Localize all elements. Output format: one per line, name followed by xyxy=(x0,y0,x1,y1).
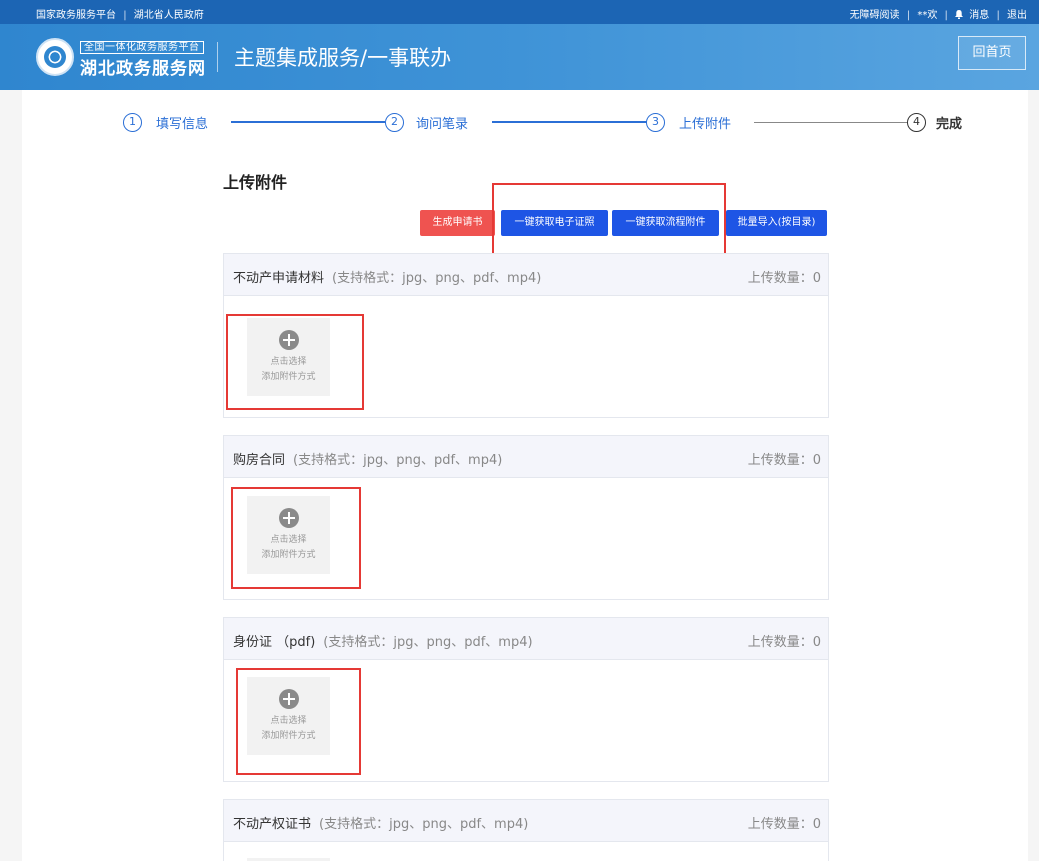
upload-count: 上传数量：0 xyxy=(747,635,821,650)
step-label: 上传附件 xyxy=(679,117,732,132)
step-label: 询问笔录 xyxy=(416,117,469,132)
step-1: 1 填写信息 xyxy=(123,112,208,132)
step-connector xyxy=(754,122,908,123)
step-4: 4 完成 xyxy=(907,112,962,132)
panel-formats: (支持格式：jpg、png、pdf、mp4) xyxy=(323,635,533,650)
top-bar-left: 国家政务服务平台 | 湖北省人民政府 xyxy=(36,6,204,21)
panel-name-wrap: 购房合同 (支持格式：jpg、png、pdf、mp4) xyxy=(233,449,502,468)
step-label: 完成 xyxy=(936,117,963,132)
step-connector xyxy=(231,121,385,123)
panel-formats: (支持格式：jpg、png、pdf、mp4) xyxy=(293,453,503,468)
site-header: 全国一体化政务服务平台 湖北政务服务网 主题集成服务/一事联办 回首页 xyxy=(0,24,1039,90)
panel-name: 不动产申请材料 xyxy=(233,271,325,286)
highlight-box xyxy=(492,183,726,256)
panel-header: 购房合同 (支持格式：jpg、png、pdf、mp4) 上传数量：0 xyxy=(224,436,828,478)
accessibility-link[interactable]: 无障碍阅读 xyxy=(850,10,900,21)
panel-formats: (支持格式：jpg、png、pdf、mp4) xyxy=(332,271,542,286)
logo-title[interactable]: 湖北政务服务网 xyxy=(80,54,206,79)
panel-formats: (支持格式：jpg、png、pdf、mp4) xyxy=(319,817,529,832)
step-number: 3 xyxy=(646,113,665,132)
home-button[interactable]: 回首页 xyxy=(958,36,1026,70)
upload-count: 上传数量：0 xyxy=(747,271,821,286)
step-connector xyxy=(492,121,647,123)
panel-name-wrap: 身份证 （pdf) (支持格式：jpg、png、pdf、mp4) xyxy=(233,631,533,650)
step-number: 2 xyxy=(385,113,404,132)
highlight-box xyxy=(231,487,361,589)
panel-name: 身份证 （pdf) xyxy=(233,635,316,650)
highlight-box xyxy=(226,314,364,410)
header-divider xyxy=(217,42,218,72)
link-hubei-government[interactable]: 湖北省人民政府 xyxy=(134,10,204,21)
logo-subtitle: 全国一体化政务服务平台 xyxy=(80,41,204,54)
generate-application-button[interactable]: 生成申请书 xyxy=(420,210,495,236)
panel-name-wrap: 不动产权证书 (支持格式：jpg、png、pdf、mp4) xyxy=(233,813,528,832)
step-2: 2 询问笔录 xyxy=(385,112,468,132)
panel-name: 不动产权证书 xyxy=(233,817,312,832)
step-label: 填写信息 xyxy=(156,117,209,132)
link-national-platform[interactable]: 国家政务服务平台 xyxy=(36,10,116,21)
panel-name-wrap: 不动产申请材料 (支持格式：jpg、png、pdf、mp4) xyxy=(233,267,541,286)
separator: | xyxy=(906,10,911,21)
separator: | xyxy=(944,10,948,21)
top-bar-right: 无障碍阅读 | **欢 | 消息 | 退出 xyxy=(850,6,1027,21)
panel-header: 不动产权证书 (支持格式：jpg、png、pdf、mp4) 上传数量：0 xyxy=(224,800,828,842)
section-title: 上传附件 xyxy=(223,173,288,192)
panel-header: 不动产申请材料 (支持格式：jpg、png、pdf、mp4) 上传数量：0 xyxy=(224,254,828,296)
separator: | xyxy=(123,10,127,21)
highlight-box xyxy=(236,668,361,775)
step-number: 4 xyxy=(907,113,926,132)
step-number: 1 xyxy=(123,113,142,132)
top-bar: 国家政务服务平台 | 湖北省人民政府 无障碍阅读 | **欢 | 消息 | 退出 xyxy=(0,0,1039,24)
upload-panel-property-certificate: 不动产权证书 (支持格式：jpg、png、pdf、mp4) 上传数量：0 xyxy=(223,799,829,861)
user-name[interactable]: **欢 xyxy=(917,10,937,21)
bell-icon xyxy=(955,10,964,19)
page-title: 主题集成服务/一事联办 xyxy=(234,46,452,70)
emblem-icon xyxy=(36,38,74,76)
upload-count: 上传数量：0 xyxy=(747,817,821,832)
upload-count: 上传数量：0 xyxy=(747,453,821,468)
panel-header: 身份证 （pdf) (支持格式：jpg、png、pdf、mp4) 上传数量：0 xyxy=(224,618,828,660)
logout-link[interactable]: 退出 xyxy=(1007,10,1027,21)
panel-name: 购房合同 xyxy=(233,453,286,468)
messages-link[interactable]: 消息 xyxy=(969,10,989,21)
step-3: 3 上传附件 xyxy=(646,112,731,132)
batch-import-button[interactable]: 批量导入(按目录) xyxy=(726,210,827,236)
separator: | xyxy=(996,10,1000,21)
